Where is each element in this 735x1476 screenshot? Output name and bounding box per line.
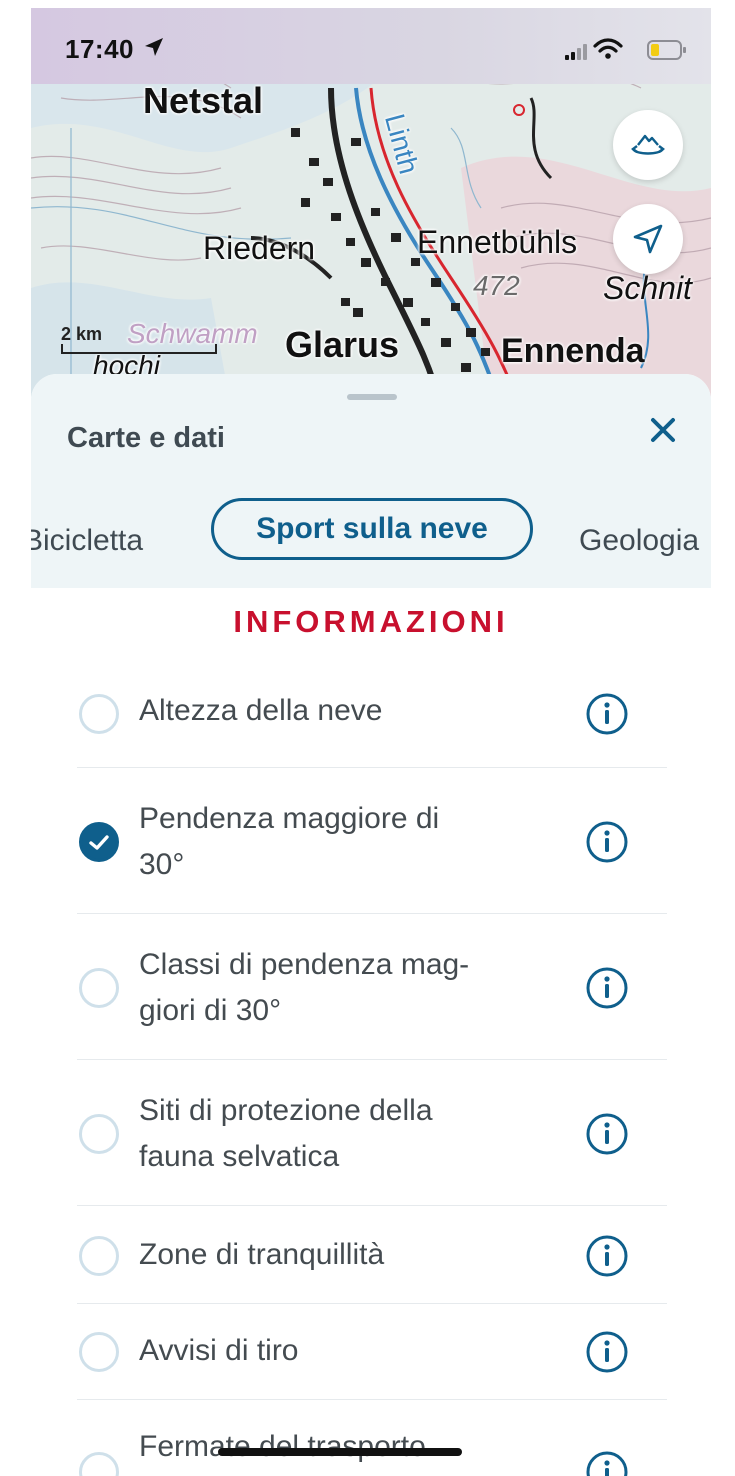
list-item[interactable]: Pendenza maggiore di 30° — [77, 768, 667, 914]
item-label: Altezza della neve — [139, 688, 519, 734]
section-title: INFORMAZIONI — [233, 604, 509, 639]
map-label: 472 — [473, 270, 520, 301]
item-label: Classi di pendenza mag-giori di 30° — [139, 942, 519, 1034]
home-indicator[interactable] — [218, 1448, 462, 1456]
item-label: Avvisi di tiro — [139, 1328, 519, 1374]
sheet-header: Carte e dati Bicicletta Sport sulla neve… — [31, 374, 711, 588]
map-scale-label: 2 km — [61, 324, 103, 344]
radio-unchecked[interactable] — [79, 694, 119, 734]
locate-arrow-icon — [633, 224, 663, 254]
cellular-signal-icon — [565, 44, 587, 60]
close-icon[interactable] — [643, 410, 683, 450]
location-arrow-icon — [145, 38, 163, 56]
rotate-3d-icon — [631, 134, 665, 155]
list-item[interactable]: Fermate del trasportopubblico — [77, 1400, 667, 1476]
item-label-line: fauna selvatica — [139, 1140, 340, 1173]
sheet-title: Carte e dati — [67, 422, 225, 454]
wifi-icon — [593, 38, 623, 59]
radio-unchecked[interactable] — [79, 1332, 119, 1372]
status-time: 17:40 — [65, 34, 134, 64]
map-label: Schnit — [603, 270, 692, 306]
info-icon[interactable] — [585, 1330, 629, 1374]
radio-unchecked[interactable] — [79, 1236, 119, 1276]
info-icon[interactable] — [585, 1234, 629, 1278]
item-label-line: Altezza della neve — [139, 694, 383, 727]
map-label: Netstal — [143, 80, 264, 121]
radio-unchecked[interactable] — [79, 1452, 119, 1476]
info-icon[interactable] — [585, 1112, 629, 1156]
info-icon[interactable] — [585, 1450, 629, 1476]
item-label: Siti di protezione della fauna selvatica — [139, 1088, 519, 1180]
list-item[interactable]: Altezza della neve — [77, 660, 667, 768]
radio-unchecked[interactable] — [79, 968, 119, 1008]
item-label-line: Avvisi di tiro — [139, 1334, 299, 1367]
list-item[interactable]: Siti di protezione della fauna selvatica — [77, 1060, 667, 1206]
list-item[interactable]: Zone di tranquillità — [77, 1206, 667, 1304]
phone-screen: Netstal Linth Riedern Ennetbühls 472 Sch… — [31, 8, 711, 1476]
item-label-line: Classi di pendenza mag- — [139, 948, 470, 981]
map-scale-bar — [61, 344, 217, 354]
tab-bicicletta[interactable]: Bicicletta — [31, 524, 143, 558]
map-label: Ennetbühls — [417, 224, 578, 260]
sheet-grab-handle[interactable] — [347, 394, 397, 400]
item-label-line: Zone di tranquillità — [139, 1238, 385, 1271]
map-label: Riedern — [203, 230, 316, 266]
item-label-line: Pendenza maggiore di — [139, 802, 440, 835]
battery-icon — [647, 40, 686, 60]
info-icon[interactable] — [585, 820, 629, 864]
list-item[interactable]: Classi di pendenza mag-giori di 30° — [77, 914, 667, 1060]
rotate-3d-button[interactable] — [613, 110, 683, 180]
tab-sport-sulla-neve[interactable]: Sport sulla neve — [211, 498, 533, 560]
info-icon[interactable] — [585, 966, 629, 1010]
radio-unchecked[interactable] — [79, 1114, 119, 1154]
item-label-line: giori di 30° — [139, 994, 282, 1027]
map-label: Ennenda — [501, 332, 645, 370]
radio-checked[interactable] — [79, 822, 119, 862]
layer-list: Altezza della neve Pendenza maggiore di 3… — [77, 660, 667, 1476]
tab-geologia[interactable]: Geologia — [579, 524, 699, 558]
list-item[interactable]: Avvisi di tiro — [77, 1304, 667, 1400]
item-label: Zone di tranquillità — [139, 1232, 519, 1278]
map-label: Glarus — [285, 324, 400, 365]
item-label: Pendenza maggiore di 30° — [139, 796, 519, 888]
check-icon — [89, 835, 109, 850]
status-bar: 17:40 — [31, 8, 711, 84]
locate-button[interactable] — [613, 204, 683, 274]
item-label-line: Siti di protezione della — [139, 1094, 433, 1127]
item-label-line: Fermate del trasporto — [139, 1430, 426, 1463]
layers-sheet: Carte e dati Bicicletta Sport sulla neve… — [31, 374, 711, 1476]
info-icon[interactable] — [585, 692, 629, 736]
item-label-line: 30° — [139, 848, 185, 881]
